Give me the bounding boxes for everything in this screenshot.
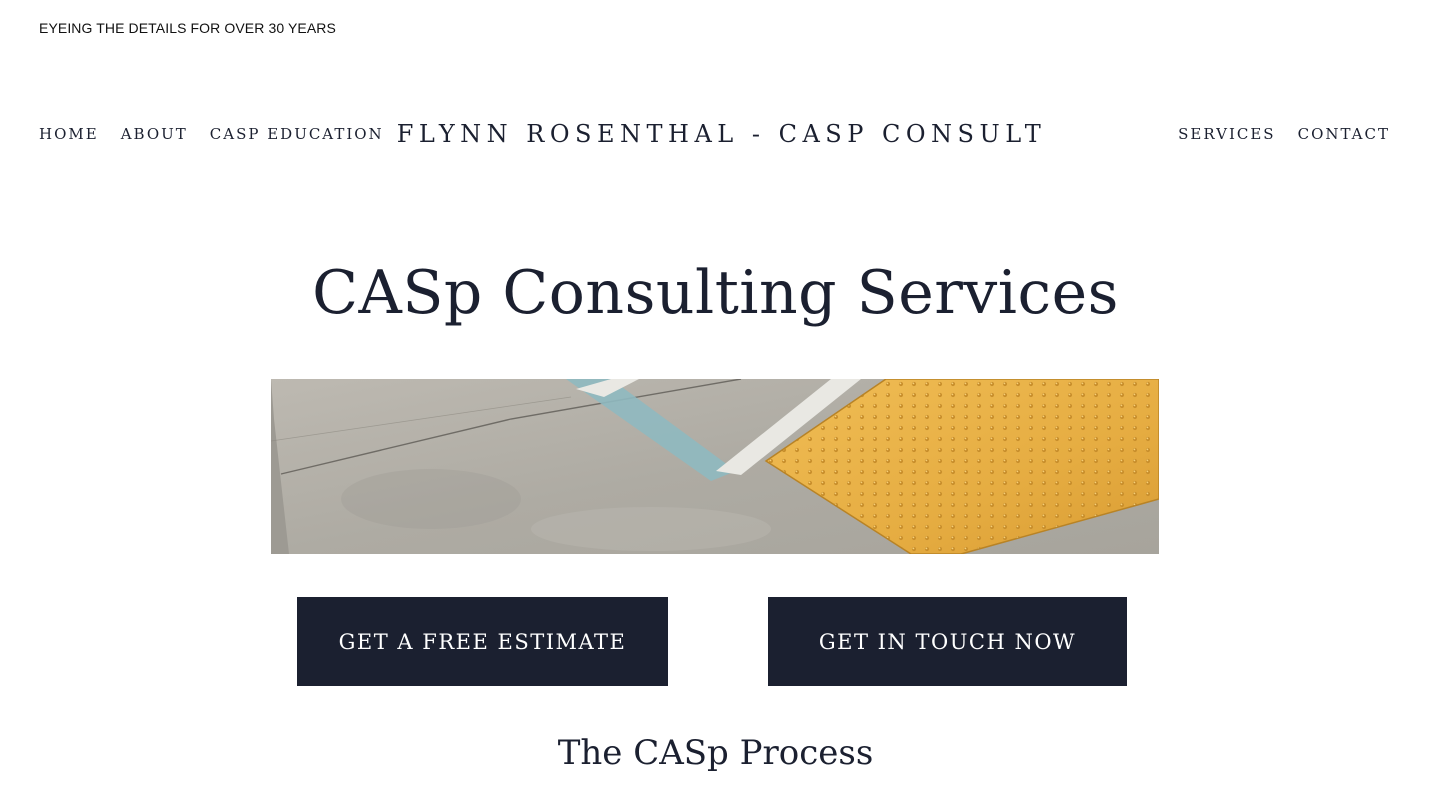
section-heading-casp-process: The CASp Process bbox=[557, 733, 874, 773]
page-heading: CASp Consulting Services bbox=[312, 258, 1119, 328]
hero-image bbox=[271, 379, 1159, 554]
announcement-bar-text: EYEING THE DETAILS FOR OVER 30 YEARS bbox=[39, 20, 336, 36]
nav-link-services[interactable]: SERVICES bbox=[1178, 125, 1275, 143]
nav-link-contact[interactable]: CONTACT bbox=[1298, 125, 1390, 143]
page: EYEING THE DETAILS FOR OVER 30 YEARS HOM… bbox=[0, 0, 1431, 802]
get-free-estimate-button[interactable]: GET A FREE ESTIMATE bbox=[297, 597, 668, 686]
get-in-touch-button[interactable]: GET IN TOUCH NOW bbox=[768, 597, 1127, 686]
primary-nav-right: SERVICES CONTACT bbox=[1178, 125, 1390, 143]
